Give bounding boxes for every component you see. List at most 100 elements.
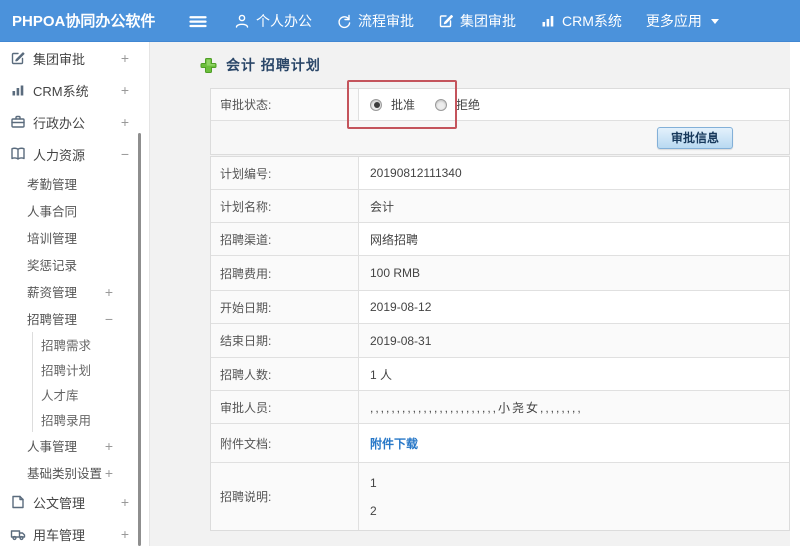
nav-item-crm-system[interactable]: CRM系统 — [540, 11, 622, 31]
sidebar-item-hr-contract[interactable]: 人事合同 — [0, 197, 149, 224]
plan-detail-table: 计划编号: 20190812111340 计划名称: 会计招聘渠道: 网络招聘 招聘费用:… — [210, 156, 790, 531]
nav-item-group-approval[interactable]: 集团审批 — [438, 11, 516, 31]
row-value: 12 — [359, 463, 789, 530]
sidebar-item-label: 考勤管理 — [27, 178, 78, 192]
nav-item-label: 更多应用 — [645, 12, 702, 29]
row-label: 招聘费用: — [211, 256, 359, 290]
sidebar-item-salary[interactable]: 薪资管理 + — [0, 278, 149, 305]
sidebar-item-label: 人事合同 — [27, 205, 78, 219]
sidebar-item-attendance[interactable]: 考勤管理 — [0, 170, 149, 197]
bar-chart-icon — [10, 82, 26, 98]
sidebar-item-recruit-mgmt[interactable]: 招聘管理 − — [0, 305, 149, 332]
sidebar-item-label: 行政办公 — [33, 115, 86, 131]
row-value-text: 会计 — [370, 199, 395, 214]
hamburger-icon[interactable] — [188, 11, 208, 31]
expand-plus-icon[interactable]: + — [121, 83, 129, 97]
sidebar-item-label: 招聘需求 — [41, 339, 92, 353]
expand-plus-icon[interactable]: + — [121, 115, 129, 129]
row-label: 附件文档: — [211, 424, 359, 462]
collapse-minus-icon[interactable]: − — [121, 147, 129, 161]
row-label: 结束日期: — [211, 324, 359, 357]
chart-icon — [540, 13, 556, 29]
sidebar-item-label: 基础类别设置 — [27, 467, 103, 481]
radio-option-label: 拒绝 — [456, 98, 481, 112]
expand-plus-icon[interactable]: + — [121, 527, 129, 541]
car-icon — [10, 526, 26, 542]
flow-icon — [336, 13, 352, 29]
row-value-line: 2 — [370, 503, 377, 518]
sidebar-item-crm-system[interactable]: CRM系统 + — [0, 74, 149, 106]
sidebar-item-training[interactable]: 培训管理 — [0, 224, 149, 251]
table-row: 审批人员: ,,,,,,,,,,,,,,,,,,,,,,,,小尧女,,,,,,,, — [211, 391, 789, 424]
table-row: 招聘渠道: 网络招聘 — [211, 223, 789, 256]
expand-plus-icon[interactable]: + — [105, 466, 113, 480]
nav-item-label: 流程审批 — [358, 12, 414, 29]
row-label: 计划名称: — [211, 190, 359, 222]
caret-down-icon — [710, 17, 720, 25]
radio-option-approve[interactable]: 批准 — [370, 96, 415, 113]
collapse-minus-icon[interactable]: − — [105, 312, 113, 326]
document-icon — [10, 494, 26, 510]
row-label: 招聘人数: — [211, 358, 359, 390]
sidebar-item-label: 薪资管理 — [27, 286, 78, 300]
nav-item-label: 个人办公 — [256, 12, 312, 29]
sidebar-item-hr[interactable]: 人力资源 − — [0, 138, 149, 170]
page-title: 会计 招聘计划 — [226, 57, 321, 73]
row-value-text: 2019-08-31 — [370, 333, 432, 348]
radio-option-reject[interactable]: 拒绝 — [435, 96, 480, 113]
sidebar-item-label: CRM系统 — [33, 83, 89, 99]
row-label: 审批人员: — [211, 391, 359, 423]
approval-options: 批准 拒绝 — [359, 89, 789, 120]
sidebar-item-group-approval[interactable]: 集团审批 + — [0, 42, 149, 74]
sidebar-item-label: 招聘计划 — [41, 364, 92, 378]
table-row: 计划编号: 20190812111340 — [211, 157, 789, 190]
page-header: 会计 招聘计划 — [200, 55, 321, 75]
sidebar-item-reward-record[interactable]: 奖惩记录 — [0, 251, 149, 278]
row-value: 网络招聘 — [359, 223, 789, 255]
sidebar-item-recruit-hire[interactable]: 招聘录用 — [32, 407, 149, 432]
sidebar-item-vehicle-mgmt[interactable]: 用车管理 + — [0, 518, 149, 546]
table-row: 结束日期: 2019-08-31 — [211, 324, 789, 358]
row-value-text: 20190812111340 — [370, 166, 462, 180]
sidebar-item-personnel[interactable]: 人事管理 + — [0, 432, 149, 459]
table-row: 附件文档: 附件下载 — [211, 424, 789, 463]
approval-status-row: 审批状态: 批准 拒绝 — [211, 89, 789, 121]
nav-item-flow-approval[interactable]: 流程审批 — [336, 11, 414, 31]
sidebar-item-admin-office[interactable]: 行政办公 + — [0, 106, 149, 138]
topbar-nav: 个人办公 流程审批 集团审批 CRM系统 更多应用 — [234, 11, 720, 31]
table-row: 招聘人数: 1 人 — [211, 358, 789, 391]
user-icon — [234, 13, 250, 29]
add-plus-icon[interactable] — [200, 57, 217, 74]
radio-reject-icon[interactable] — [435, 98, 448, 111]
table-row: 招聘说明: 1 2 — [211, 463, 789, 530]
topbar: PHPOA协同办公软件 个人办公 流程审批 集团审批 CRM系统 更多应用 — [0, 0, 800, 42]
radio-approve-icon[interactable] — [370, 98, 382, 111]
expand-plus-icon[interactable]: + — [121, 495, 129, 509]
expand-plus-icon[interactable]: + — [121, 51, 129, 65]
edit-square-icon — [10, 50, 26, 66]
expand-plus-icon[interactable]: + — [105, 439, 113, 453]
sidebar-scrollbar[interactable] — [138, 133, 141, 546]
row-value: 1 人 — [359, 358, 789, 390]
sidebar-item-doc-mgmt[interactable]: 公文管理 + — [0, 486, 149, 518]
row-value: 2019-08-12 — [359, 291, 789, 323]
row-value-text: 1 人 — [370, 367, 393, 382]
row-value: 2019-08-31 — [359, 324, 789, 357]
sidebar-item-label: 招聘管理 — [27, 313, 78, 327]
sidebar-item-talent-pool[interactable]: 人才库 — [32, 382, 149, 407]
table-row: 开始日期: 2019-08-12 — [211, 291, 789, 324]
sidebar-item-base-category[interactable]: 基础类别设置 + — [0, 459, 149, 486]
nav-item-label: CRM系统 — [562, 12, 622, 29]
attachment-download-link[interactable]: 附件下载 — [370, 435, 418, 452]
sidebar-item-recruit-plan[interactable]: 招聘计划 — [32, 357, 149, 382]
sidebar-item-recruit-need[interactable]: 招聘需求 — [32, 332, 149, 357]
approval-status-label: 审批状态: — [211, 89, 359, 120]
nav-item-more-apps[interactable]: 更多应用 — [646, 11, 720, 31]
row-value: ,,,,,,,,,,,,,,,,,,,,,,,,小尧女,,,,,,,, — [359, 391, 789, 423]
sidebar-item-label: 公文管理 — [33, 495, 86, 511]
nav-item-personal-office[interactable]: 个人办公 — [234, 11, 312, 31]
page-scrollbar-track[interactable] — [790, 42, 800, 546]
expand-plus-icon[interactable]: + — [105, 285, 113, 299]
approval-info-button[interactable]: 审批信息 — [656, 126, 733, 149]
row-value-text: ,,,,,,,,,,,,,,,,,,,,,,,,小尧女,,,,,,,, — [370, 400, 583, 415]
